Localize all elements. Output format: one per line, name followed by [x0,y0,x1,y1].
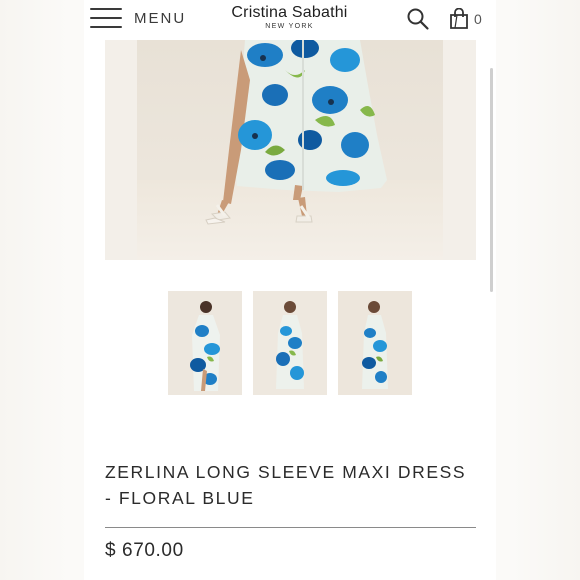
thumbnail-2[interactable] [253,291,327,395]
hamburger-icon [90,6,122,30]
product-price: $ 670.00 [105,540,184,561]
search-button[interactable] [406,7,430,31]
cart-count: 0 [474,11,482,27]
search-icon [407,8,429,30]
menu-label: MENU [134,9,187,27]
mobile-page: MENU Cristina Sabathi NEW YORK 0 ZERLINA… [84,0,496,580]
thumbnail-strip [168,291,413,395]
brand-location: NEW YORK [265,23,314,30]
thumbnail-photo [168,291,242,395]
thumbnail-photo [338,291,412,395]
cart-button[interactable]: 0 [449,7,489,31]
brand-logo[interactable]: Cristina Sabathi NEW YORK [212,5,367,31]
thumbnail-photo [253,291,327,395]
screenshot-frame: MENU Cristina Sabathi NEW YORK 0 ZERLINA… [0,0,580,580]
brand-name: Cristina Sabathi [231,4,348,21]
menu-button[interactable]: MENU [90,6,186,30]
main-product-image[interactable] [105,40,476,260]
site-header: MENU Cristina Sabathi NEW YORK 0 [84,0,496,40]
shopping-bag-icon [450,8,468,29]
product-title: ZERLINA LONG SLEEVE MAXI DRESS - FLORAL … [105,462,467,508]
page-scrollbar[interactable] [490,68,493,292]
thumbnail-1[interactable] [168,291,242,395]
thumbnail-3[interactable] [338,291,412,395]
dress-photo [105,40,476,260]
title-divider [105,527,476,528]
